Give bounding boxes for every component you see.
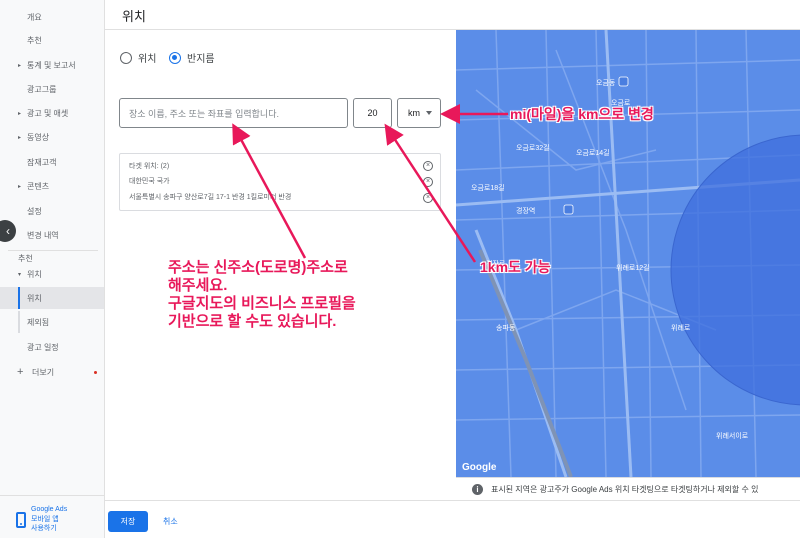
map-canvas[interactable]: 오금동 오금로 오금로32길 오금로18길 오금로14길 경장로 경장역 송파동… [456, 30, 800, 477]
annotation-1km: 1km도 가능 [480, 259, 551, 275]
sidebar-item-audiences[interactable]: 잠재고객 [0, 151, 104, 173]
sidebar-item-label: 광고 및 애셋 [27, 108, 69, 118]
map-label: 경장역 [516, 206, 535, 215]
annotation-km: mi(마일)을 km으로 변경 [510, 106, 654, 122]
remove-icon[interactable]: × [423, 161, 433, 171]
targeted-locations-panel: 타겟 위치: (2) 대한민국 국가 서울특별시 송파구 양산로7길 17-1 … [119, 153, 441, 211]
sidebar-item-recommendations[interactable]: 추천 [0, 29, 104, 51]
sidebar-item-location[interactable]: 위치 [0, 287, 104, 309]
sidebar-item-label: 설정 [27, 206, 42, 216]
annotation-address-line: 기반으로 할 수도 있습니다. [168, 313, 337, 330]
radius-input[interactable]: 20 [353, 98, 392, 128]
targeted-item-radius: 서울특별시 송파구 양산로7길 17-1 반경 1킬로미터 반경 [129, 194, 292, 201]
save-button[interactable]: 저장 [108, 511, 148, 532]
promo-line-3: 사용하기 [31, 525, 57, 532]
sidebar-item-label: 콘텐츠 [27, 181, 50, 191]
caret-right-icon: ▸ [18, 183, 22, 190]
map-label: 위례서이로 [716, 431, 749, 440]
caret-down-icon: ▾ [18, 271, 22, 278]
sidebar-item-ad-schedule[interactable]: 광고 일정 [0, 336, 104, 358]
map-label: 오금동 [596, 79, 616, 87]
annotation-address: 주소는 신주소(도로명)주소로 해주세요. 구글지도의 비즈니스 프로필을 기반… [168, 259, 356, 331]
map-view[interactable]: 오금동 오금로 오금로32길 오금로18길 오금로14길 경장로 경장역 송파동… [456, 30, 800, 477]
sidebar-item-label: 더보기 [32, 367, 55, 377]
sidebar-item-label: 제외됨 [27, 317, 50, 327]
sidebar-item-label: 위치 [27, 269, 42, 279]
sidebar-item-ads-assets[interactable]: ▸ 광고 및 애셋 [0, 102, 104, 124]
map-label: 위례로 [671, 323, 691, 332]
sidebar-item-overview[interactable]: 개요 [0, 6, 104, 28]
radio-checked-icon [169, 51, 181, 64]
sidebar-item-label: 변경 내역 [27, 230, 59, 240]
unit-select-value: km [408, 108, 420, 118]
promo-line-2: 모바일 앱 [31, 515, 59, 523]
sidebar-group-location[interactable]: ▾ 위치 [0, 263, 104, 285]
action-bar: 저장 취소 [105, 500, 800, 538]
radio-location[interactable]: 위치 [120, 50, 156, 65]
sidebar-item-excluded[interactable]: 제외됨 [0, 311, 104, 333]
caret-right-icon: ▸ [18, 134, 22, 141]
radio-radius-label: 반지름 [187, 54, 215, 65]
unit-select[interactable]: km [397, 98, 441, 128]
plus-icon: + [17, 366, 24, 378]
google-logo: Google [462, 462, 497, 473]
mobile-app-promo-text: Google Ads 모바일 앱 사용하기 [31, 505, 67, 534]
sidebar-item-label: 잠재고객 [27, 157, 57, 167]
sidebar-item-settings[interactable]: 설정 [0, 200, 104, 222]
sidebar-item-label: 통계 및 보고서 [27, 60, 76, 70]
radio-unchecked-icon [120, 51, 132, 64]
annotation-address-line: 해주세요. [168, 277, 228, 294]
sidebar-item-label: 광고그룹 [27, 84, 57, 94]
map-info-text: 표시된 지역은 광고주가 Google Ads 위치 타겟팅으로 타겟팅하거나 … [491, 484, 759, 494]
targeted-title: 타겟 위치: (2) [129, 163, 170, 170]
sidebar-item-label: 개요 [27, 12, 42, 22]
sidebar-item-label: 광고 일정 [27, 342, 59, 352]
radio-radius[interactable]: 반지름 [169, 50, 215, 65]
sidebar-section-text: 추천 [18, 253, 33, 263]
targeted-item-country: 대한민국 국가 [129, 178, 170, 185]
map-label: 오금로32길 [516, 144, 550, 152]
info-icon: i [472, 483, 483, 495]
map-label: 위례로12길 [616, 263, 650, 272]
cancel-button[interactable]: 취소 [163, 511, 178, 532]
sidebar-item-content[interactable]: ▸ 콘텐츠 [0, 175, 104, 197]
remove-icon[interactable]: × [423, 193, 433, 203]
annotation-address-line: 주소는 신주소(도로명)주소로 [168, 259, 348, 276]
map-label: 송파동 [496, 323, 516, 332]
map-info-bar: i 표시된 지역은 광고주가 Google Ads 위치 타겟팅으로 타겟팅하거… [456, 477, 800, 500]
subway-icon [563, 204, 574, 215]
phone-icon [16, 512, 26, 528]
map-label: 오금로14길 [576, 149, 610, 157]
page-header: 위치 [105, 0, 800, 30]
caret-right-icon: ▸ [18, 110, 22, 117]
sidebar-item-stats-reports[interactable]: ▸ 통계 및 보고서 [0, 54, 104, 76]
subway-icon [618, 76, 629, 87]
sidebar-item-more[interactable]: + 더보기 [0, 361, 104, 383]
annotation-address-line: 구글지도의 비즈니스 프로필을 [168, 295, 356, 312]
remove-icon[interactable]: × [423, 177, 433, 187]
radio-location-label: 위치 [138, 54, 157, 65]
caret-right-icon: ▸ [18, 62, 22, 69]
notification-dot [94, 371, 97, 374]
mobile-app-promo[interactable]: Google Ads 모바일 앱 사용하기 [0, 495, 104, 538]
chevron-left-icon: ‹ [6, 224, 10, 238]
sidebar-item-videos[interactable]: ▸ 동영상 [0, 126, 104, 148]
dropdown-arrow-icon [426, 111, 432, 115]
location-search-input[interactable]: 장소 이름, 주소 또는 좌표를 입력합니다. [119, 98, 348, 128]
sidebar: 개요 추천 ▸ 통계 및 보고서 광고그룹 ▸ 광고 및 애셋 ▸ 동영상 잠재고객 … [0, 0, 105, 538]
page-title: 위치 [122, 9, 146, 24]
sidebar-item-ad-groups[interactable]: 광고그룹 [0, 78, 104, 100]
sidebar-item-label: 동영상 [27, 132, 50, 142]
promo-line-1: Google Ads [31, 506, 68, 513]
sidebar-item-label: 위치 [27, 293, 42, 303]
map-label: 오금로18길 [471, 184, 505, 192]
sidebar-item-label: 추천 [27, 35, 42, 45]
